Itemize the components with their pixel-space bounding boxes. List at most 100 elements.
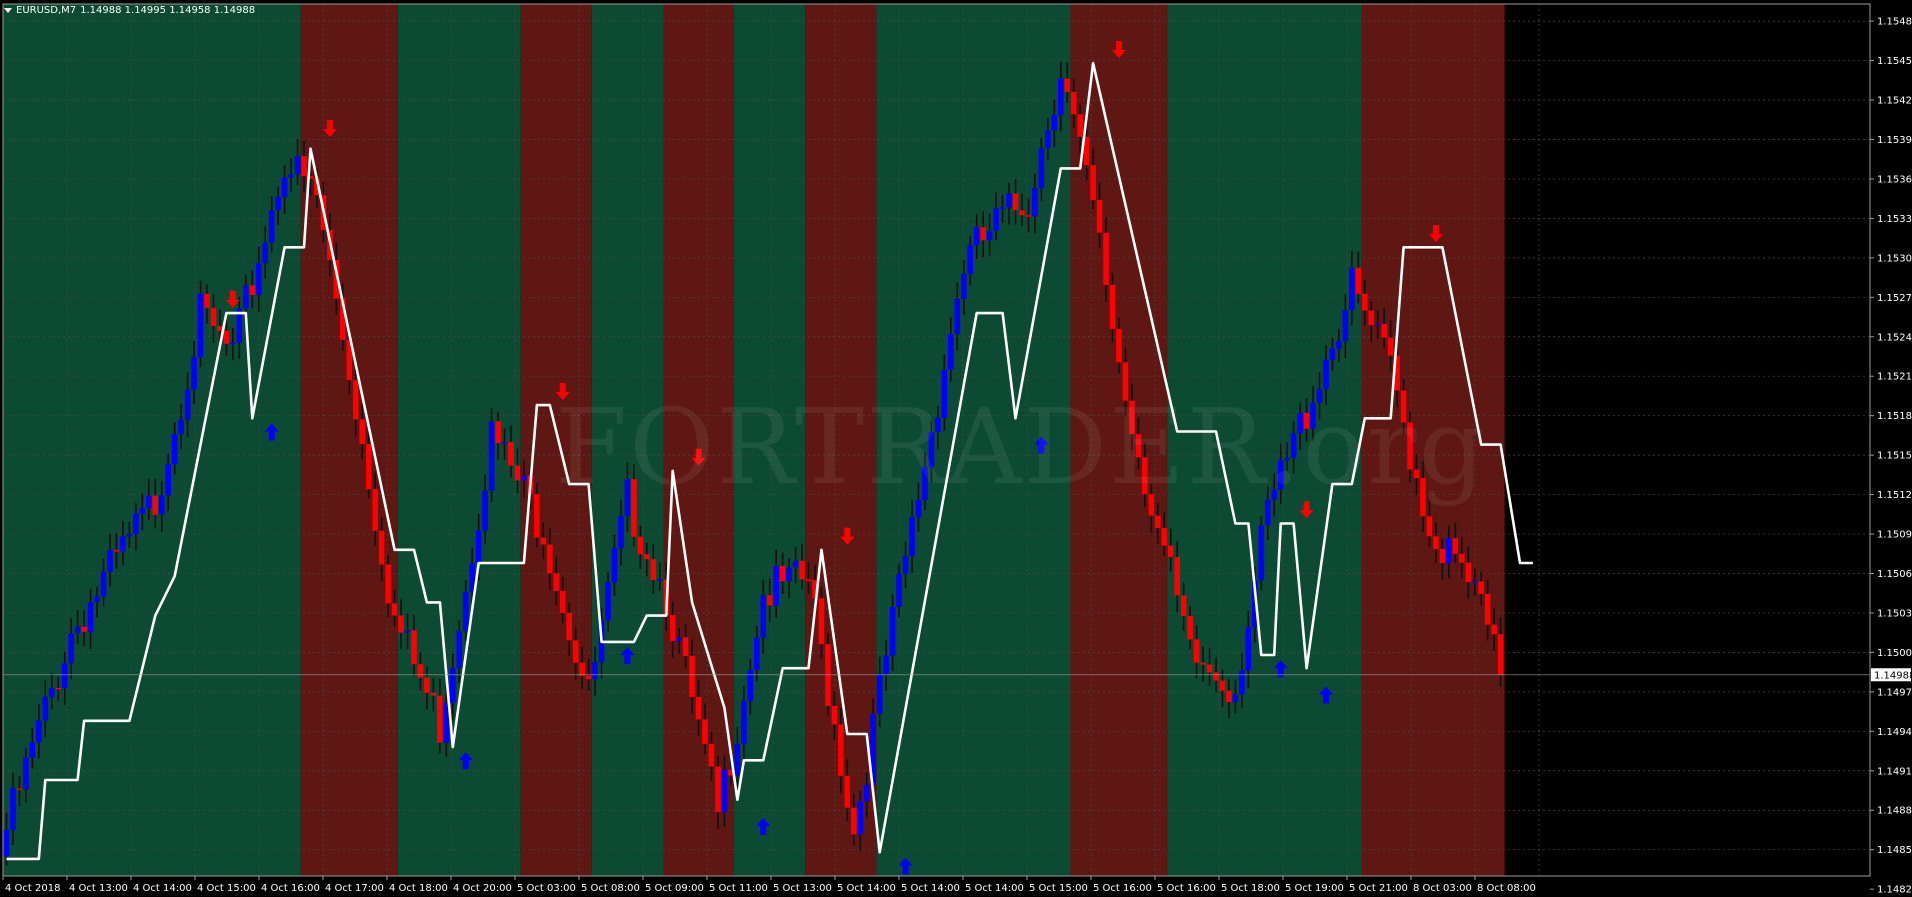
candle-body <box>721 769 728 812</box>
candle-body <box>708 743 715 767</box>
candle-body <box>1426 516 1433 537</box>
candle-bear <box>825 633 831 716</box>
candle-body <box>385 564 391 604</box>
candle-body <box>87 602 94 632</box>
candle-body <box>42 696 49 721</box>
candle-body <box>81 626 87 632</box>
candle-body <box>74 626 81 634</box>
candle-body <box>695 696 702 720</box>
candle-body <box>191 357 197 390</box>
ohlc-readout: 1.14988 1.14995 1.14958 1.14988 <box>80 4 256 16</box>
candle-body <box>1096 199 1103 233</box>
candle-body <box>1471 581 1478 583</box>
candle-body <box>1161 528 1168 546</box>
candle-body <box>1497 634 1504 675</box>
y-tick-label: 1.15335 <box>1877 214 1912 225</box>
candle-bull <box>1258 515 1265 591</box>
candle-body <box>61 663 68 689</box>
candle-body <box>210 307 217 327</box>
candle-body <box>1452 538 1459 554</box>
candle-body <box>973 227 980 246</box>
candle-bull <box>488 408 495 503</box>
candle-body <box>1484 593 1491 625</box>
candle-body <box>702 719 708 744</box>
candle-body <box>999 207 1006 209</box>
candle-body <box>23 757 29 790</box>
candle-body <box>352 380 359 420</box>
candle-body <box>1239 670 1245 695</box>
x-tick-label: 5 Oct 03:00 <box>517 883 576 894</box>
x-tick-label: 5 Oct 14:00 <box>901 883 960 894</box>
candle-body <box>417 664 424 678</box>
candle-body <box>902 555 909 574</box>
candle-body <box>547 544 553 574</box>
chevron-down-icon[interactable] <box>4 8 12 13</box>
y-tick-label: 1.14975 <box>1877 687 1912 698</box>
candle-body <box>579 662 585 676</box>
x-tick-label: 5 Oct 08:00 <box>581 883 640 894</box>
candle-body <box>896 573 902 607</box>
candle-body <box>559 591 566 613</box>
candle-body <box>1232 694 1239 702</box>
x-tick-label: 4 Oct 20:00 <box>453 883 512 894</box>
candle-body <box>48 687 55 697</box>
x-tick-label: 5 Oct 11:00 <box>709 883 768 894</box>
candle-body <box>1193 639 1200 663</box>
candle-body <box>1329 348 1336 360</box>
x-tick-label: 4 Oct 18:00 <box>389 883 448 894</box>
candle-body <box>288 174 294 178</box>
trend-zone-bull <box>397 4 521 876</box>
candle-body <box>1045 130 1051 149</box>
candle-body <box>786 567 792 582</box>
candle-body <box>540 537 547 545</box>
candle-body <box>1459 553 1465 563</box>
candle-body <box>501 442 508 444</box>
candle-body <box>585 675 592 680</box>
candle-body <box>456 631 463 669</box>
candle-body <box>676 637 682 641</box>
candle-body <box>669 615 676 641</box>
candle-body <box>223 330 230 344</box>
y-tick-label: 1.15245 <box>1877 332 1912 343</box>
candle-body <box>605 582 611 621</box>
y-tick-label: 1.15395 <box>1877 135 1912 146</box>
candle-body <box>294 156 301 175</box>
x-tick-label: 5 Oct 21:00 <box>1349 883 1408 894</box>
price-chart[interactable]: 1.15485 1.15455 1.15425 1.15395 1.15365 1.153… <box>0 0 1912 897</box>
candle-body <box>372 489 378 531</box>
candle-body <box>753 637 760 670</box>
candle-body <box>1200 662 1206 665</box>
candle-body <box>411 630 417 665</box>
y-tick-label: 1.14855 <box>1877 845 1912 856</box>
x-tick-label: 4 Oct 2018 <box>5 883 60 894</box>
x-tick-label: 5 Oct 14:00 <box>965 883 1024 894</box>
x-tick-label: 5 Oct 09:00 <box>645 883 704 894</box>
candle-body <box>275 196 281 211</box>
candle-body <box>1057 78 1064 116</box>
candle-body <box>689 655 695 697</box>
candle-body <box>120 536 126 552</box>
candle-body <box>262 242 269 264</box>
candle-body <box>1361 293 1368 311</box>
candle-body <box>1446 538 1452 564</box>
candle-body <box>1491 624 1497 635</box>
candle-body <box>1245 627 1252 671</box>
x-tick-label: 4 Oct 16:00 <box>261 883 320 894</box>
y-tick-label: 1.14945 <box>1877 727 1912 738</box>
last-price-label: 1.14988 <box>1874 670 1912 681</box>
candle-body <box>1213 672 1219 681</box>
candle-body <box>488 421 495 491</box>
candle-body <box>986 230 993 241</box>
candle-body <box>268 210 275 243</box>
candle-body <box>391 603 398 616</box>
x-tick-label: 5 Oct 16:00 <box>1093 883 1152 894</box>
candle-body <box>495 421 501 444</box>
candle-body <box>1355 267 1362 294</box>
candle-body <box>1109 284 1116 329</box>
candle-body <box>482 490 488 531</box>
candle-body <box>1155 515 1161 529</box>
candle-body <box>16 788 23 790</box>
candle-body <box>158 495 165 515</box>
chart-header[interactable]: EURUSD,M7 1.14988 1.14995 1.14958 1.1498… <box>4 3 255 17</box>
candle-body <box>857 801 864 835</box>
